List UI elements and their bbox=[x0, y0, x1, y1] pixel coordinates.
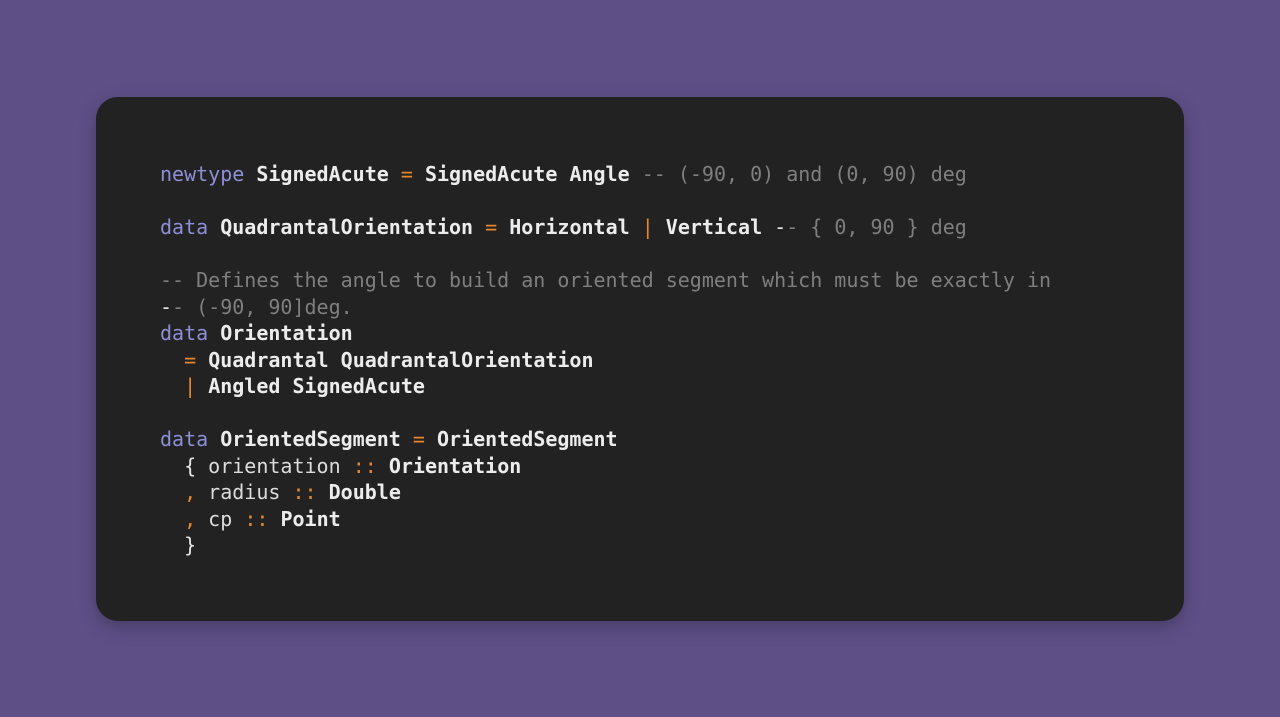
operator-token: , bbox=[184, 480, 197, 504]
identifier-token bbox=[208, 215, 220, 239]
code-line: , cp :: Point bbox=[160, 506, 1051, 533]
comment-token: - (-90, 90]deg. bbox=[172, 294, 353, 319]
code-block: newtype SignedAcute = SignedAcute Angle … bbox=[160, 161, 1051, 559]
type-token: Double bbox=[328, 480, 401, 504]
identifier-token bbox=[196, 348, 208, 372]
identifier-token bbox=[557, 162, 569, 186]
type-token: SignedAcute bbox=[256, 162, 389, 186]
identifier-token bbox=[630, 162, 642, 186]
identifier-token bbox=[413, 162, 425, 186]
code-line: { orientation :: Orientation bbox=[160, 453, 1051, 480]
keyword-token: data bbox=[160, 427, 209, 451]
type-token: OrientedSegment bbox=[436, 427, 618, 451]
code-card: newtype SignedAcute = SignedAcute Angle … bbox=[96, 97, 1184, 621]
code-line: = Quadrantal QuadrantalOrientation bbox=[160, 347, 1051, 374]
keyword-token: data bbox=[160, 215, 209, 239]
identifier-token bbox=[160, 507, 184, 531]
punctuation-token: } bbox=[184, 533, 197, 557]
type-token: Quadrantal bbox=[208, 347, 329, 372]
code-line: } bbox=[160, 532, 1051, 559]
identifier-token bbox=[208, 321, 220, 345]
identifier-token bbox=[401, 427, 413, 451]
type-token: Point bbox=[280, 506, 341, 531]
code-line: data OrientedSegment = OrientedSegment bbox=[160, 426, 1051, 453]
identifier-token bbox=[389, 162, 401, 186]
identifier-token bbox=[377, 454, 389, 478]
identifier-token bbox=[280, 374, 292, 398]
page-background: { "code": { "lines": [ [ {"t": "newtype"… bbox=[0, 0, 1280, 717]
identifier-token bbox=[630, 215, 642, 239]
comment-token: - { 0, 90 } deg bbox=[786, 215, 967, 239]
type-token: Horizontal bbox=[509, 215, 630, 239]
identifier-token: orientation bbox=[196, 453, 353, 478]
identifier-token bbox=[425, 427, 437, 451]
code-line: , radius :: Double bbox=[160, 479, 1051, 506]
identifier-token bbox=[160, 454, 184, 478]
code-line: | Angled SignedAcute bbox=[160, 373, 1051, 400]
punctuation-token: { bbox=[184, 453, 197, 478]
punctuation-token: - bbox=[774, 215, 787, 239]
type-token: Angled bbox=[208, 374, 281, 398]
keyword-token: newtype bbox=[160, 162, 245, 186]
identifier-token bbox=[329, 348, 341, 372]
type-token: QuadrantalOrientation bbox=[340, 347, 594, 372]
code-line: data QuadrantalOrientation = Horizontal … bbox=[160, 214, 1051, 241]
identifier-token bbox=[654, 215, 666, 239]
type-token: SignedAcute bbox=[292, 374, 425, 398]
code-line: -- Defines the angle to build an oriente… bbox=[160, 267, 1051, 294]
identifier-token bbox=[268, 507, 280, 531]
identifier-token bbox=[317, 480, 329, 504]
operator-token: = bbox=[400, 162, 413, 186]
identifier-token bbox=[196, 374, 208, 398]
identifier-token bbox=[473, 215, 485, 239]
identifier-token bbox=[160, 533, 184, 557]
keyword-token: data bbox=[160, 321, 209, 345]
type-token: QuadrantalOrientation bbox=[220, 215, 474, 239]
identifier-token: radius bbox=[196, 480, 293, 504]
identifier-token bbox=[497, 215, 509, 239]
operator-token: | bbox=[641, 215, 654, 239]
identifier-token bbox=[160, 348, 184, 372]
punctuation-token: - bbox=[160, 294, 173, 319]
type-token: Orientation bbox=[220, 321, 353, 345]
code-line: -- (-90, 90]deg. bbox=[160, 294, 1051, 321]
type-token: Orientation bbox=[388, 453, 522, 478]
type-token: Angle bbox=[569, 162, 630, 186]
comment-token: -- (-90, 0) and (0, 90) deg bbox=[641, 162, 967, 186]
operator-token: :: bbox=[292, 480, 317, 504]
comment-token: -- Defines the angle to build an oriente… bbox=[160, 268, 1052, 292]
identifier-token bbox=[762, 215, 774, 239]
operator-token: = bbox=[412, 427, 425, 451]
identifier-token bbox=[160, 374, 184, 398]
identifier-token bbox=[208, 427, 220, 451]
identifier-token: cp bbox=[196, 506, 245, 531]
type-token: Vertical bbox=[665, 215, 763, 239]
code-line: newtype SignedAcute = SignedAcute Angle … bbox=[160, 161, 1051, 188]
operator-token: :: bbox=[352, 453, 377, 478]
operator-token: :: bbox=[244, 506, 269, 531]
code-line: data Orientation bbox=[160, 320, 1051, 347]
identifier-token bbox=[244, 162, 256, 186]
type-token: OrientedSegment bbox=[220, 427, 401, 451]
operator-token: , bbox=[184, 506, 197, 531]
type-token: SignedAcute bbox=[424, 162, 558, 186]
operator-token: = bbox=[184, 347, 197, 372]
operator-token: | bbox=[184, 374, 197, 398]
operator-token: = bbox=[485, 215, 498, 239]
identifier-token bbox=[160, 480, 184, 504]
